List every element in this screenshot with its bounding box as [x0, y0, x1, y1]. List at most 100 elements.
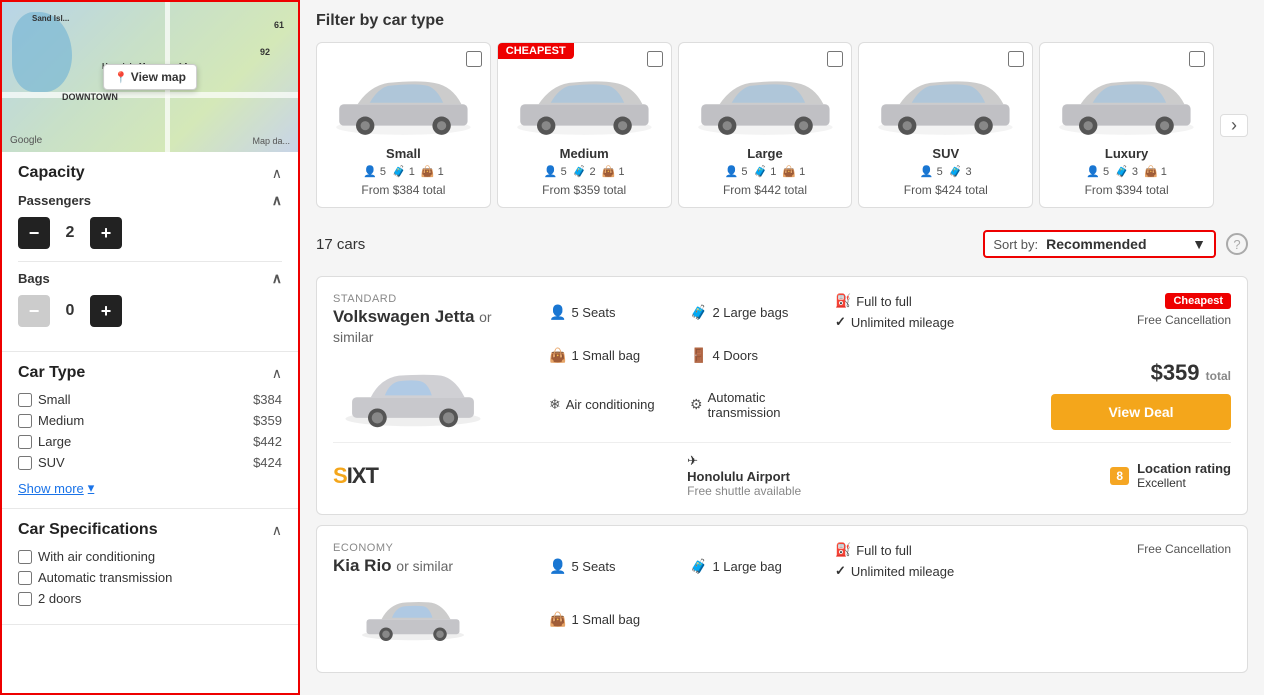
car-type-header[interactable]: Car Type ∧	[18, 364, 282, 382]
card-price-0: From $384 total	[361, 183, 445, 197]
bag-icon: 🧳 3	[1115, 165, 1138, 178]
car-type-cards-row: Small 👤 5 🧳 1 👜 1 From $384 total Cheape…	[316, 42, 1248, 208]
map-area[interactable]: Sand Isl... Honolulu Museum of A... 61 9…	[2, 2, 298, 152]
car-specs-list: With air conditioning Automatic transmis…	[18, 549, 282, 606]
smallbag-icon: 👜 1	[602, 165, 625, 178]
car-specs-header[interactable]: Car Specifications ∧	[18, 521, 282, 539]
card-car-svg-0	[327, 53, 480, 146]
car-segment-1: ECONOMY	[333, 542, 533, 554]
passengers-counter: − 2 +	[18, 217, 282, 249]
rating-badge-0: 8	[1110, 467, 1129, 485]
bags-chevron: ∧	[272, 270, 282, 287]
spec-checkbox-row: Automatic transmission	[18, 570, 282, 585]
capacity-chevron: ∧	[272, 165, 282, 182]
car-type-card-4[interactable]: Luxury 👤 5 🧳 3 👜 1 From $394 total	[1039, 42, 1214, 208]
map-label-sandisland: Sand Isl...	[32, 14, 69, 23]
spec-checkbox[interactable]	[18, 550, 32, 564]
bag-icon: 🧳 2	[573, 165, 596, 178]
person-icon: 👤 5	[725, 165, 748, 178]
car-type-label: Small	[38, 392, 71, 407]
person-icon-0: 👤	[549, 304, 566, 321]
view-map-button[interactable]: View map	[103, 64, 197, 90]
feature-trans-0: ⚙ Automatic transmission	[690, 379, 819, 431]
car-type-card-3[interactable]: SUV 👤 5 🧳 3 From $424 total	[858, 42, 1033, 208]
ac-icon-0: ❄	[549, 396, 561, 413]
car-type-price: $424	[253, 455, 282, 470]
sort-arrow-icon: ▼	[1192, 236, 1206, 252]
car-price-section-1: Free Cancellation	[1051, 542, 1231, 644]
car-type-checkbox[interactable]	[18, 456, 32, 470]
passengers-subsection: Passengers ∧ − 2 +	[18, 192, 282, 249]
car-type-checkbox-label[interactable]: Small	[18, 392, 71, 407]
fuel-policy-1: ⛽ Full to full	[835, 542, 1035, 558]
view-deal-btn-0[interactable]: View Deal	[1051, 394, 1231, 430]
car-type-price: $384	[253, 392, 282, 407]
card-checkbox-2[interactable]	[827, 51, 843, 67]
car-type-card-0[interactable]: Small 👤 5 🧳 1 👜 1 From $384 total	[316, 42, 491, 208]
car-type-checkbox-label[interactable]: Medium	[18, 413, 84, 428]
smallbag-icon: 👜 1	[421, 165, 444, 178]
spec-checkbox-label[interactable]: 2 doors	[18, 591, 81, 606]
spec-label: 2 doors	[38, 591, 81, 606]
car-type-label: SUV	[38, 455, 65, 470]
check-icon-0: ✓	[835, 314, 846, 330]
car-type-checkbox-row: Large $442	[18, 434, 282, 449]
car-type-chevron: ∧	[272, 365, 282, 382]
price-block-0: $359 total	[1151, 360, 1231, 386]
spec-checkbox-label[interactable]: Automatic transmission	[18, 570, 172, 585]
feature-largebags-0: 🧳 2 Large bags	[690, 293, 819, 332]
car-type-title: Car Type	[18, 364, 85, 382]
fuel-icon-0: ⛽	[835, 293, 851, 309]
card-checkbox-3[interactable]	[1008, 51, 1024, 67]
car-type-checkbox-row: Small $384	[18, 392, 282, 407]
car-name-0: Volkswagen Jetta or similar	[333, 307, 533, 347]
feature-smallbags-0: 👜 1 Small bag	[549, 336, 678, 375]
bag-icon-0: 🧳	[690, 304, 707, 321]
feature-largebags-1: 🧳 1 Large bag	[690, 542, 819, 591]
help-icon[interactable]: ?	[1226, 233, 1248, 255]
capacity-header[interactable]: Capacity ∧	[18, 164, 282, 182]
rating-text-block-0: Location rating Excellent	[1137, 461, 1231, 490]
person-icon: 👤 5	[544, 165, 567, 178]
results-count: 17 cars	[316, 236, 365, 253]
passengers-chevron: ∧	[272, 192, 282, 209]
car-type-checkbox[interactable]	[18, 435, 32, 449]
price-value-0: $359 total	[1151, 360, 1231, 385]
show-more-btn[interactable]: Show more ▾	[18, 480, 94, 496]
car-fuel-1: ⛽ Full to full ✓ Unlimited mileage	[835, 542, 1035, 644]
mileage-1: ✓ Unlimited mileage	[835, 563, 1035, 579]
card-car-svg-1	[508, 53, 661, 146]
car-type-checkbox-label[interactable]: Large	[18, 434, 71, 449]
map-label-route: 61	[274, 20, 284, 30]
car-type-checkbox-label[interactable]: SUV	[18, 455, 65, 470]
passengers-increment-btn[interactable]: +	[90, 217, 122, 249]
car-type-card-1[interactable]: Cheapest Medium 👤 5 🧳 2 👜 1 From $359 to…	[497, 42, 672, 208]
car-type-checkbox[interactable]	[18, 414, 32, 428]
bags-increment-btn[interactable]: +	[90, 295, 122, 327]
car-specs-title: Car Specifications	[18, 521, 158, 539]
bag-icon: 🧳 1	[392, 165, 415, 178]
spec-checkbox-label[interactable]: With air conditioning	[18, 549, 155, 564]
card-car-svg-2	[689, 53, 842, 146]
car-info-1: ECONOMY Kia Rio or similar	[333, 542, 533, 644]
carousel-next-btn[interactable]: ›	[1220, 114, 1248, 137]
card-checkbox-4[interactable]	[1189, 51, 1205, 67]
bags-decrement-btn[interactable]: −	[18, 295, 50, 327]
car-type-checkbox-row: Medium $359	[18, 413, 282, 428]
car-type-card-2[interactable]: Large 👤 5 🧳 1 👜 1 From $442 total	[678, 42, 853, 208]
car-svg-1	[338, 584, 488, 644]
car-type-label: Medium	[38, 413, 84, 428]
sort-select[interactable]: Recommended Price (low to high) Price (h…	[1046, 236, 1184, 252]
car-name-1: Kia Rio or similar	[333, 556, 533, 576]
car-type-checkbox[interactable]	[18, 393, 32, 407]
passengers-decrement-btn[interactable]: −	[18, 217, 50, 249]
spec-checkbox[interactable]	[18, 571, 32, 585]
spec-checkbox[interactable]	[18, 592, 32, 606]
rating-text-0: Excellent	[1137, 476, 1231, 490]
card-checkbox-0[interactable]	[466, 51, 482, 67]
card-checkbox-1[interactable]	[647, 51, 663, 67]
trans-icon-0: ⚙	[690, 396, 703, 413]
car-specs-chevron: ∧	[272, 522, 282, 539]
feature-doors-0: 🚪 4 Doors	[690, 336, 819, 375]
mileage-0: ✓ Unlimited mileage	[835, 314, 1035, 330]
